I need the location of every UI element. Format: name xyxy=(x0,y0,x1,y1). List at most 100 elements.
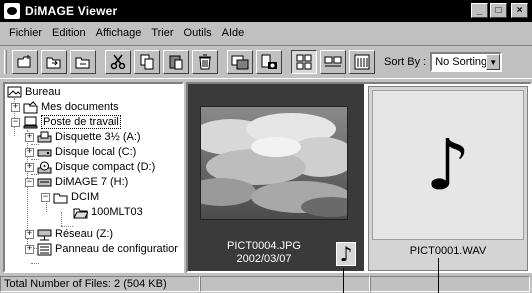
new-folder-icon xyxy=(17,55,31,68)
network-drive-icon xyxy=(37,228,52,241)
tree-item-poste-de-travail[interactable]: − Poste de travail xyxy=(11,114,121,130)
cut-button[interactable] xyxy=(105,50,131,74)
menu-trier[interactable]: Trier xyxy=(146,27,178,39)
thumbnail-filename: PICT0004.JPG xyxy=(227,240,301,252)
status-bar: Total Number of Files: 2 (504 KB) xyxy=(0,275,532,293)
thumbnail-view[interactable]: PICT0004.JPG 2002/03/07 ♪ ♪ PICT0001.WAV xyxy=(186,82,532,273)
camera-document-icon xyxy=(261,54,277,69)
tree-item-label: Disque compact (D:) xyxy=(55,161,156,173)
menu-affichage[interactable]: Affichage xyxy=(91,27,147,39)
thumbnail-filename: PICT0001.WAV xyxy=(409,245,487,257)
callout-line xyxy=(343,268,344,293)
expand-icon[interactable]: + xyxy=(25,244,34,254)
menu-bar: Fichier Edition Affichage Trier Outils A… xyxy=(0,23,532,43)
window-controls: _ □ × xyxy=(471,3,528,18)
menu-edition[interactable]: Edition xyxy=(47,27,91,39)
removable-drive-icon xyxy=(37,176,52,189)
app-camera-icon[interactable] xyxy=(4,3,20,19)
tree-item-label: Réseau (Z:) xyxy=(55,228,114,240)
large-grid-icon xyxy=(296,54,312,70)
copy-icon xyxy=(140,54,154,70)
tree-item-reseau[interactable]: + Réseau (Z:) xyxy=(25,226,113,242)
medium-grid-icon xyxy=(324,56,342,67)
collapse-icon[interactable]: − xyxy=(25,177,34,187)
tree-item-label: Bureau xyxy=(25,86,61,98)
computer-icon xyxy=(23,116,38,129)
hard-drive-icon xyxy=(37,146,52,159)
details-view-button[interactable] xyxy=(349,50,375,74)
tree-item-dimage[interactable]: − DiMAGE 7 (H:) xyxy=(25,174,128,190)
medium-thumbnails-button[interactable] xyxy=(320,50,346,74)
large-thumbnails-button[interactable] xyxy=(291,50,317,74)
tree-item-label: DCIM xyxy=(71,191,100,203)
copy-button[interactable] xyxy=(134,50,160,74)
dimage-viewer-window: DiMAGE Viewer _ □ × Fichier Edition Affi… xyxy=(0,0,532,293)
title-bar[interactable]: DiMAGE Viewer _ □ × xyxy=(0,0,532,22)
tree-item-100mlt03[interactable]: 100MLT03 xyxy=(73,204,143,220)
slideshow-icon xyxy=(231,55,249,70)
tree-item-label: Mes documents xyxy=(41,101,119,113)
cd-drive-icon xyxy=(37,161,52,174)
control-panel-icon xyxy=(37,243,52,256)
toolbar-grip[interactable] xyxy=(4,50,7,74)
tree-item-compact-disk[interactable]: + Disque compact (D:) xyxy=(25,159,155,175)
folder-icon xyxy=(53,191,68,204)
tree-item-local-disk[interactable]: + Disque local (C:) xyxy=(25,144,136,160)
tree-item-label: Panneau de configuratior xyxy=(55,243,178,255)
desktop-icon xyxy=(7,86,22,99)
slideshow-button[interactable] xyxy=(227,50,253,74)
audio-note-icon[interactable]: ♪ xyxy=(336,242,356,266)
toolbar: Sort By : No Sorting ▼ xyxy=(0,45,532,79)
folder-copy-icon xyxy=(75,57,90,69)
maximize-button[interactable]: □ xyxy=(490,3,507,18)
thumbnail-card[interactable]: ♪ PICT0001.WAV xyxy=(368,86,528,271)
tree-item-label: Disquette 3½ (A:) xyxy=(55,131,141,143)
collapse-icon[interactable]: − xyxy=(41,192,50,202)
copy-folder-button[interactable] xyxy=(70,50,96,74)
tree-item-label: Poste de travail xyxy=(41,115,121,129)
open-folder-icon xyxy=(73,206,89,219)
tree-item-floppy[interactable]: + Disquette 3½ (A:) xyxy=(25,129,141,145)
status-file-count: Total Number of Files: 2 (504 KB) xyxy=(0,276,200,292)
delete-button[interactable] xyxy=(192,50,218,74)
collapse-icon[interactable]: − xyxy=(11,117,20,127)
folder-arrow-icon xyxy=(46,57,61,69)
thumbnail-card-selected[interactable]: PICT0004.JPG 2002/03/07 ♪ xyxy=(188,84,364,271)
paste-icon xyxy=(169,55,183,70)
tree-item-label: 100MLT03 xyxy=(91,206,143,218)
tree-item-label: Disque local (C:) xyxy=(55,146,137,158)
sort-by-label: Sort By : xyxy=(384,56,427,68)
menu-fichier[interactable]: Fichier xyxy=(4,27,47,39)
camera-button[interactable] xyxy=(256,50,282,74)
photo-thumbnail[interactable] xyxy=(200,106,348,220)
expand-icon[interactable]: + xyxy=(25,132,34,142)
minimize-button[interactable]: _ xyxy=(471,3,488,18)
chevron-down-icon[interactable]: ▼ xyxy=(486,54,501,70)
tree-item-mes-documents[interactable]: + Mes documents xyxy=(11,99,119,115)
expand-icon[interactable]: + xyxy=(11,102,20,112)
window-title: DiMAGE Viewer xyxy=(25,4,118,18)
menu-outils[interactable]: Outils xyxy=(179,27,217,39)
open-folder-button[interactable] xyxy=(41,50,67,74)
tree-item-control-panel[interactable]: + Panneau de configuratior xyxy=(25,241,178,257)
expand-icon[interactable]: + xyxy=(25,147,34,157)
expand-icon[interactable]: + xyxy=(25,229,34,239)
paste-button[interactable] xyxy=(163,50,189,74)
documents-folder-icon xyxy=(23,100,38,114)
sort-select-value: No Sorting xyxy=(435,56,488,68)
folder-tree[interactable]: Bureau + Mes documents − Poste de travai… xyxy=(3,82,184,273)
scissors-icon xyxy=(110,54,126,70)
trash-icon xyxy=(199,54,211,70)
audio-thumbnail[interactable]: ♪ xyxy=(372,90,524,240)
tree-item-label: DiMAGE 7 (H:) xyxy=(55,176,129,188)
tree-item-dcim[interactable]: − DCIM xyxy=(41,189,99,205)
close-button[interactable]: × xyxy=(511,3,528,18)
tree-item-bureau[interactable]: Bureau xyxy=(7,84,60,100)
new-folder-button[interactable] xyxy=(12,50,38,74)
sort-select[interactable]: No Sorting ▼ xyxy=(430,52,503,72)
menu-aide[interactable]: AIde xyxy=(217,27,250,39)
thumbnail-date: 2002/03/07 xyxy=(236,253,292,265)
expand-icon[interactable]: + xyxy=(25,162,34,172)
status-pane-empty xyxy=(370,276,530,292)
floppy-drive-icon xyxy=(37,131,52,144)
